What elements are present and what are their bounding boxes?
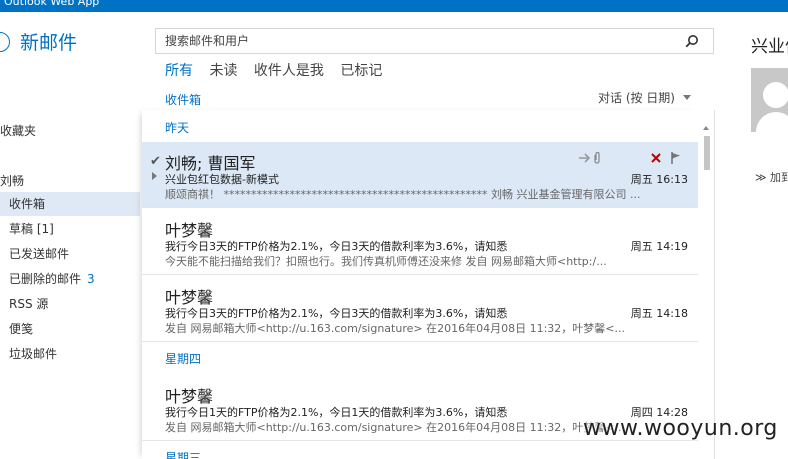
message-preview: 发自 网易邮箱大师<http://u.163.com/signature> 在2…: [165, 421, 625, 434]
forward-icon: [579, 153, 591, 163]
search-input[interactable]: [156, 29, 676, 53]
filter-bar: 所有 未读 收件人是我 已标记: [165, 60, 394, 80]
filter-unread[interactable]: 未读: [209, 63, 237, 79]
message-time: 周五 14:19: [630, 240, 688, 253]
delete-icon[interactable]: [650, 151, 662, 165]
current-folder-label: 收件箱: [165, 93, 202, 107]
group-header: 昨天: [165, 121, 190, 135]
folder-deleted[interactable]: 已删除的邮件 3: [0, 267, 140, 291]
sort-label: 对话 (按 日期): [598, 91, 675, 105]
sort-dropdown[interactable]: 对话 (按 日期): [598, 89, 691, 106]
add-contact-button[interactable]: ≫ 加到: [755, 169, 788, 185]
folder-inbox[interactable]: 收件箱: [0, 192, 140, 216]
message-list-scrollbar[interactable]: [700, 110, 712, 459]
filter-flagged[interactable]: 已标记: [340, 63, 382, 79]
checkmark-icon[interactable]: ✔: [150, 154, 161, 169]
message-subject: 兴业包红包数据-新模式: [165, 173, 279, 186]
scroll-thumb[interactable]: [704, 136, 710, 170]
search-box: [155, 28, 714, 54]
expand-arrow-icon[interactable]: [152, 172, 157, 180]
pane-divider: [714, 110, 715, 459]
folder-drafts[interactable]: 草稿 [1]: [0, 217, 140, 241]
avatar-head: [763, 82, 788, 108]
avatar-body: [756, 112, 788, 132]
message-subject: 我行今日1天的FTP价格为2.1%，今日1天的借款利率为3.6%，请知悉: [165, 406, 508, 419]
new-mail-icon: [0, 30, 14, 52]
favorites-header[interactable]: 收藏夹: [0, 122, 36, 139]
message-time: 周五 16:13: [630, 173, 688, 186]
folder-sent[interactable]: 已发送邮件: [0, 242, 140, 266]
message-subject: 我行今日3天的FTP价格为2.1%，今日3天的借款利率为3.6%，请知悉: [165, 240, 508, 253]
filter-to-me[interactable]: 收件人是我: [254, 63, 324, 79]
deleted-count: 3: [87, 272, 95, 286]
message-row[interactable]: 叶梦馨 我行今日3天的FTP价格为2.1%，今日3天的借款利率为3.6%，请知悉…: [142, 276, 698, 342]
message-time: 周五 14:18: [630, 307, 688, 320]
avatar: [751, 68, 788, 132]
message-actions: [578, 151, 688, 167]
attachment-icon: [594, 151, 600, 164]
scroll-up-icon[interactable]: [703, 126, 709, 130]
watermark: www.wooyun.org: [583, 416, 778, 441]
account-header[interactable]: 刘畅: [0, 172, 24, 189]
search-icon[interactable]: [685, 34, 699, 48]
group-header: 星期三: [165, 451, 202, 459]
message-row[interactable]: 叶梦馨 我行今日3天的FTP价格为2.1%，今日3天的借款利率为3.6%，请知悉…: [142, 209, 698, 275]
group-header: 星期四: [165, 352, 202, 366]
message-preview: 今天能不能扫描给我们？扣照也行。我们传真机师傅还没来修 发自 网易邮箱大师<ht…: [165, 255, 607, 268]
message-subject: 我行今日3天的FTP价格为2.1%，今日3天的借款利率为3.6%，请知悉: [165, 307, 508, 320]
chevron-down-icon: [683, 95, 691, 100]
new-mail-button[interactable]: 新邮件: [0, 28, 77, 55]
message-list: 昨天 ✔ 刘畅; 曹国军 兴业包红包数据-新模式 周五 16:13 顺颂商祺！ …: [142, 110, 698, 459]
folder-junk[interactable]: 垃圾邮件: [0, 342, 140, 366]
app-title-bar: Outlook Web App: [0, 0, 788, 12]
message-row[interactable]: ✔ 刘畅; 曹国军 兴业包红包数据-新模式 周五 16:13 顺颂商祺！ ***…: [142, 142, 698, 208]
flag-icon[interactable]: [670, 151, 682, 165]
filter-all[interactable]: 所有: [165, 63, 193, 79]
double-chevron-icon: ≫: [755, 171, 771, 184]
app-title: Outlook Web App: [4, 0, 100, 8]
folder-rss[interactable]: RSS 源: [0, 292, 140, 316]
message-preview: 发自 网易邮箱大师<http://u.163.com/signature> 在2…: [165, 322, 625, 335]
message-preview: 顺颂商祺！ **********************************…: [165, 188, 641, 201]
reading-pane-sender: 兴业信: [751, 37, 788, 57]
folder-notes[interactable]: 便笺: [0, 317, 140, 341]
new-mail-label: 新邮件: [20, 32, 78, 54]
